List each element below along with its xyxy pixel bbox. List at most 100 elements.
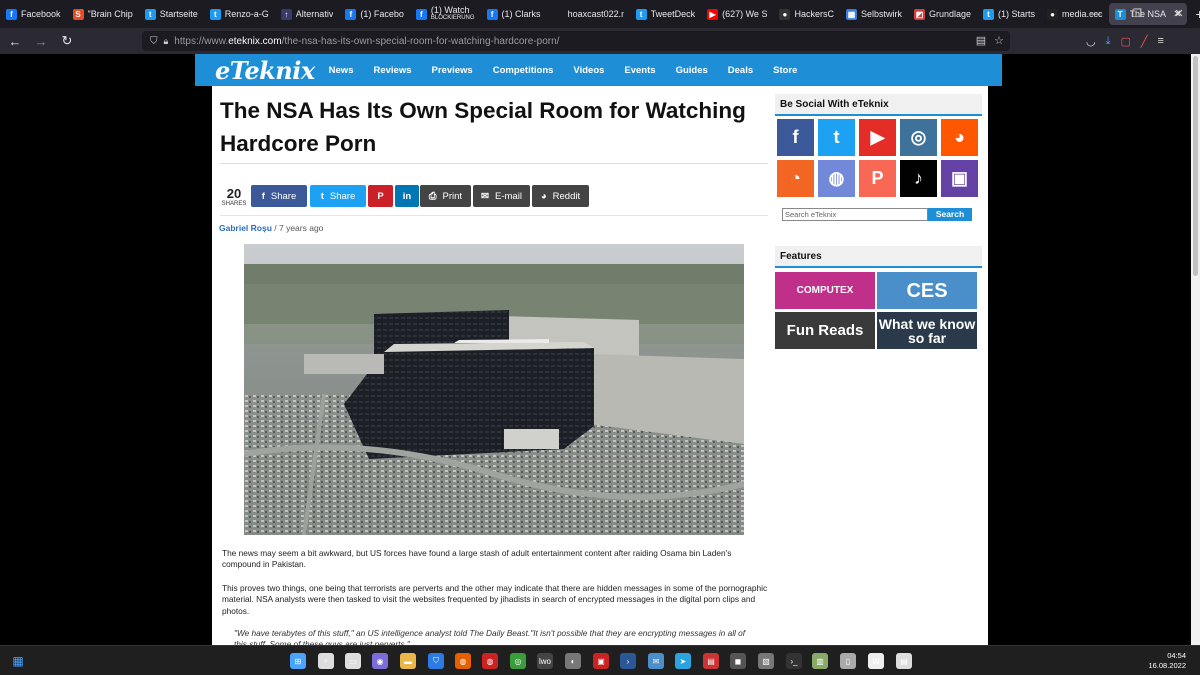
browser-tab[interactable]: S "Brain Chip (67, 0, 139, 28)
library-icon[interactable]: ▥ (812, 653, 828, 669)
browser-tab[interactable]: ● HackersC (773, 0, 840, 28)
feature-tile[interactable]: Fun Reads (775, 312, 875, 349)
email-share-button[interactable]: ✉ E-mail (473, 185, 530, 207)
features-title: Features (775, 246, 982, 268)
chat-icon[interactable]: ◉ (372, 653, 388, 669)
patreon-icon[interactable]: P (859, 160, 896, 197)
powershell-icon[interactable]: › (620, 653, 636, 669)
extension-icon[interactable]: ▢ (1120, 35, 1130, 48)
s-icon: S (72, 8, 84, 20)
tiktok-icon[interactable]: ♪ (900, 160, 937, 197)
download-icon[interactable]: ⤓ (1106, 35, 1111, 48)
discord-icon[interactable]: ◍ (818, 160, 855, 197)
browser-tab[interactable]: ↑ Alternativ (275, 0, 340, 28)
browser-tab[interactable]: ▶ (627) We S (701, 0, 773, 28)
url-text[interactable]: https://www.eteknix.com/the-nsa-has-its-… (174, 36, 559, 47)
reload-button[interactable]: ↻ (54, 33, 80, 49)
restore-button[interactable]: ❐ (1116, 0, 1158, 28)
reader-view-icon[interactable]: ▤ (976, 34, 986, 47)
firefox-badge-icon[interactable]: ◍ (482, 653, 498, 669)
twitter-share-button[interactable]: t Share (310, 185, 366, 207)
firefox-icon[interactable]: ◍ (455, 653, 471, 669)
widgets-icon[interactable]: ▦ (10, 653, 26, 669)
pocket-icon[interactable]: ◡ (1086, 35, 1096, 48)
reddit-icon[interactable]: ◕ (941, 119, 978, 156)
ublock-icon[interactable]: ╱ (1141, 35, 1148, 48)
browser-tab[interactable]: f (1) Clarks (481, 0, 547, 28)
nav-item-competitions[interactable]: Competitions (493, 65, 554, 76)
lwo-icon[interactable]: lwo (537, 653, 553, 669)
nav-item-guides[interactable]: Guides (676, 65, 708, 76)
feature-tile[interactable]: CES (877, 272, 977, 309)
browser-tab[interactable]: t Renzo-a-G (204, 0, 275, 28)
browser-tab[interactable]: f (1) Watch BLOCKIERUNG (410, 0, 481, 28)
system-clock[interactable]: 04:54 16.08.2022 (1148, 651, 1186, 671)
rss-icon[interactable]: ◔ (777, 160, 814, 197)
window-controls: — ❐ ✕ (1074, 0, 1200, 28)
chrome-icon[interactable]: ◎ (510, 653, 526, 669)
wikipedia-icon[interactable]: W (868, 653, 884, 669)
file-explorer-icon[interactable]: ▬ (400, 653, 416, 669)
twitch-icon[interactable]: ▣ (941, 160, 978, 197)
twitter-icon[interactable]: t (818, 119, 855, 156)
browser-tab[interactable]: t (1) Starts (977, 0, 1041, 28)
search-icon[interactable]: ⌕ (318, 653, 334, 669)
author-link[interactable]: Gabriel Roșu (219, 223, 272, 233)
forward-button[interactable]: → (28, 34, 54, 49)
nav-item-events[interactable]: Events (624, 65, 655, 76)
terminal-icon[interactable]: ›_ (786, 653, 802, 669)
url-bar[interactable]: ⛉ 🔒︎ https://www.eteknix.com/the-nsa-has… (142, 31, 1010, 51)
page-scrollbar[interactable] (1191, 54, 1200, 645)
bookmark-star-icon[interactable]: ☆ (994, 34, 1004, 47)
minimize-button[interactable]: — (1074, 0, 1116, 28)
scrollbar-thumb[interactable] (1193, 56, 1198, 276)
browser-tab[interactable]: ◩ Grundlage (908, 0, 977, 28)
news-icon[interactable]: ▤ (703, 653, 719, 669)
nav-item-store[interactable]: Store (773, 65, 797, 76)
telegram-icon[interactable]: ➤ (675, 653, 691, 669)
pinterest-share-button[interactable]: P (368, 185, 393, 207)
linkedin-share-button[interactable]: in (395, 185, 419, 207)
nav-item-videos[interactable]: Videos (573, 65, 604, 76)
app-icon[interactable]: ◼ (730, 653, 746, 669)
divider (220, 215, 768, 216)
search-input[interactable]: Search eTeknix (782, 208, 928, 221)
instagram-icon[interactable]: ◎ (900, 119, 937, 156)
document-icon[interactable]: ▤ (896, 653, 912, 669)
email-client-icon[interactable]: ✉ (648, 653, 664, 669)
browser-tab[interactable]: hoaxcast022.m (547, 0, 630, 28)
youtube-icon: ▶ (707, 8, 719, 20)
browser-tab[interactable]: ▦ Selbstwirk (840, 0, 908, 28)
feature-tile[interactable]: COMPUTEX (775, 272, 875, 309)
close-window-button[interactable]: ✕ (1158, 0, 1200, 28)
reddit-share-button[interactable]: ◕ Reddit (532, 185, 589, 207)
browser-tab[interactable]: f (1) Facebo (339, 0, 410, 28)
shield-icon[interactable]: ⛉ (150, 36, 158, 47)
nav-item-reviews[interactable]: Reviews (373, 65, 411, 76)
notes-icon[interactable]: ▯ (840, 653, 856, 669)
feature-tile[interactable]: What we know so far (877, 312, 977, 349)
nav-item-previews[interactable]: Previews (432, 65, 473, 76)
pdf-icon[interactable]: ▣ (593, 653, 609, 669)
printer-share-button[interactable]: ⎙ Print (420, 185, 471, 207)
nav-item-deals[interactable]: Deals (728, 65, 753, 76)
nav-item-news[interactable]: News (329, 65, 354, 76)
site-logo[interactable]: eTeknix (215, 56, 315, 85)
photos-icon[interactable]: ▧ (758, 653, 774, 669)
defender-icon[interactable]: ⛉ (428, 653, 444, 669)
browser-tab[interactable]: f Facebook (0, 0, 67, 28)
share-count-label: SHARES (221, 201, 247, 207)
lock-icon[interactable]: 🔒︎ (164, 36, 169, 47)
facebook-icon[interactable]: f (777, 119, 814, 156)
tab-title: Grundlage (928, 9, 972, 19)
facebook-share-button[interactable]: f Share (251, 185, 307, 207)
github-desktop-icon[interactable]: ◐ (565, 653, 581, 669)
back-button[interactable]: ← (2, 34, 28, 49)
browser-tab[interactable]: t TweetDeck (630, 0, 702, 28)
start-icon[interactable]: ⊞ (290, 653, 306, 669)
search-button[interactable]: Search (928, 208, 972, 221)
browser-tab[interactable]: t Startseite (139, 0, 204, 28)
menu-icon[interactable]: ≡ (1158, 35, 1164, 47)
youtube-icon[interactable]: ▶ (859, 119, 896, 156)
task-view-icon[interactable]: ▭ (345, 653, 361, 669)
